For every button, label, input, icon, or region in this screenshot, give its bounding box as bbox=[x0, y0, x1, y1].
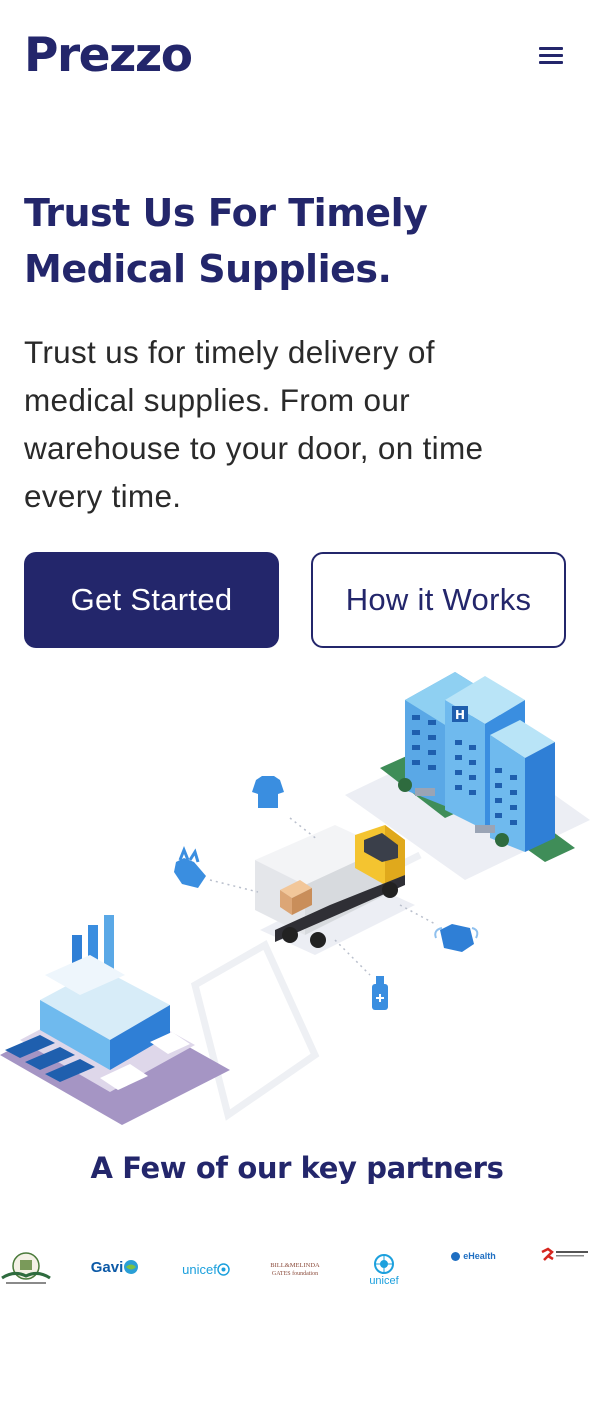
ministry-seal-icon bbox=[1, 1252, 51, 1284]
gates-line-one: BILL&MELINDA bbox=[270, 1262, 320, 1269]
partner-gavi-logo: Gavi bbox=[88, 1254, 142, 1280]
hero-title-line: Trust Us For Timely bbox=[24, 191, 428, 235]
ehealth-wordmark: eHealth bbox=[463, 1251, 496, 1261]
partner-unicef-logo: unicef bbox=[176, 1258, 236, 1280]
partner-msf-logo bbox=[538, 1244, 592, 1264]
partner-gates-foundation-logo: BILL&MELINDA GATES foundation bbox=[266, 1258, 324, 1282]
partners-heading: A Few of our key partners bbox=[90, 1151, 504, 1185]
unicef-emblem-wordmark: unicef bbox=[369, 1275, 399, 1287]
menu-line bbox=[539, 54, 563, 57]
hero-title-line: Medical Supplies. bbox=[24, 247, 392, 291]
msf-runner-icon bbox=[541, 1247, 588, 1261]
get-started-button[interactable]: Get Started bbox=[24, 552, 279, 648]
partners-logo-row: Gavi unicef BILL&MELINDA GATES foundatio… bbox=[0, 1238, 594, 1292]
hospital-sign-text: H bbox=[455, 708, 465, 722]
partner-unicef-emblem-logo: unicef bbox=[364, 1252, 404, 1288]
how-it-works-button[interactable]: How it Works bbox=[311, 552, 566, 648]
unicef-wordmark: unicef bbox=[182, 1261, 217, 1277]
ehealth-icon bbox=[451, 1251, 461, 1261]
menu-line bbox=[539, 47, 563, 50]
gates-line-two: GATES foundation bbox=[271, 1271, 319, 1277]
globe-icon bbox=[124, 1260, 139, 1274]
partner-ehealth-logo: eHealth bbox=[450, 1246, 496, 1266]
gavi-wordmark: Gavi bbox=[90, 1258, 124, 1276]
unicef-emblem-icon bbox=[374, 1254, 394, 1274]
unicef-emblem-icon bbox=[217, 1262, 230, 1276]
delivery-illustration: H bbox=[0, 672, 590, 1125]
delivery-truck bbox=[255, 825, 415, 955]
factory-building bbox=[0, 915, 230, 1125]
hero-description: Trust us for timely delivery of medical … bbox=[24, 334, 484, 514]
hero-title: Trust Us For Timely Medical Supplies. bbox=[24, 185, 564, 297]
hamburger-menu-icon[interactable] bbox=[536, 44, 566, 68]
brand-logo[interactable]: Prezzo bbox=[24, 26, 193, 86]
site-header: Prezzo bbox=[0, 0, 594, 110]
partner-ministry-logo bbox=[0, 1248, 52, 1288]
menu-line bbox=[539, 61, 563, 64]
